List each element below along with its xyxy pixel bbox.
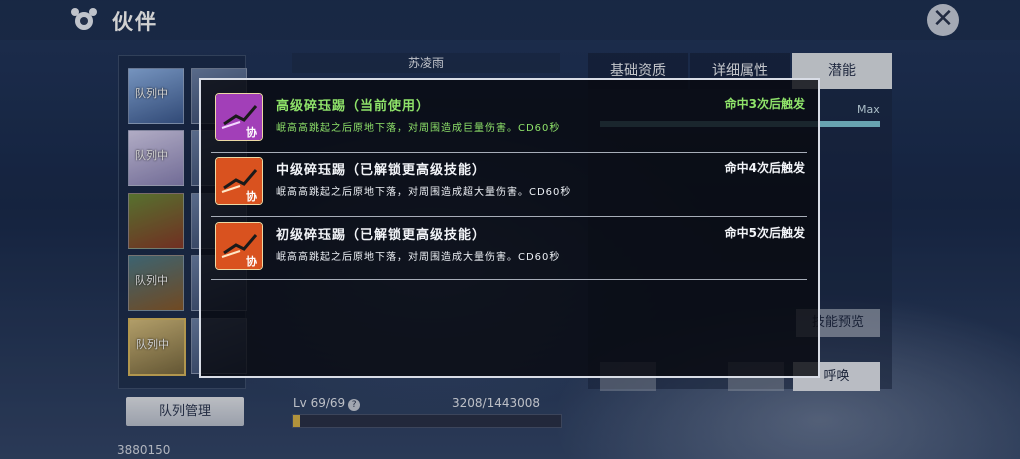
skill-row: 协 高级碎珏踢（当前使用） 岷高高跳起之后原地下落，对周围造成巨量伤害。CD60…: [213, 88, 807, 148]
skill-tier-modal: 协 高级碎珏踢（当前使用） 岷高高跳起之后原地下落，对周围造成巨量伤害。CD60…: [199, 78, 820, 378]
skill-trigger: 命中4次后触发: [724, 161, 805, 175]
skill-tag: 协: [246, 125, 257, 139]
skill-trigger: 命中3次后触发: [724, 97, 805, 111]
skill-description: 岷高高跳起之后原地下落，对周围造成巨量伤害。CD60秒: [276, 123, 561, 134]
skill-tag: 协: [246, 189, 257, 203]
skill-kick-icon: 协: [215, 222, 263, 270]
skill-tag: 协: [246, 254, 257, 268]
skill-kick-icon: 协: [215, 157, 263, 205]
skill-name: 高级碎珏踢（当前使用）: [276, 99, 431, 114]
skill-kick-icon: 协: [215, 93, 263, 141]
divider: [211, 279, 807, 280]
skill-row: 协 中级碎珏踢（已解锁更高级技能） 岷高高跳起之后原地下落，对周围造成超大量伤害…: [213, 152, 807, 212]
skill-row: 协 初级碎珏踢（已解锁更高级技能） 岷高高跳起之后原地下落，对周围造成大量伤害。…: [213, 217, 807, 277]
skill-trigger: 命中5次后触发: [724, 226, 805, 240]
skill-name: 初级碎珏踢（已解锁更高级技能）: [276, 228, 487, 243]
skill-description: 岷高高跳起之后原地下落，对周围造成大量伤害。CD60秒: [276, 252, 561, 263]
skill-description: 岷高高跳起之后原地下落，对周围造成超大量伤害。CD60秒: [276, 187, 572, 198]
skill-name: 中级碎珏踢（已解锁更高级技能）: [276, 163, 487, 178]
